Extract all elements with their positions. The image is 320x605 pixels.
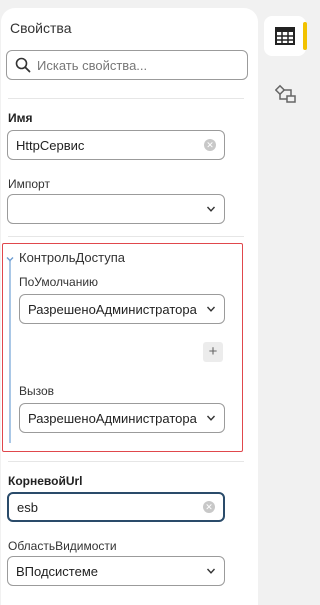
divider: [8, 461, 244, 462]
search-icon: [15, 57, 31, 73]
chevron-down-icon: [206, 568, 216, 574]
chevron-down-icon: [206, 306, 216, 312]
root-url-value: esb: [17, 499, 38, 515]
diagram-icon[interactable]: [275, 84, 299, 108]
root-url-label: КорневойUrl: [8, 474, 83, 488]
call-label: Вызов: [19, 384, 55, 398]
chevron-down-icon: [206, 415, 216, 421]
visibility-value: ВПодсистеме: [16, 563, 99, 579]
active-tab-indicator: [303, 22, 307, 50]
search-input[interactable]: Искать свойства...: [37, 58, 147, 73]
group-indent-bar: [9, 261, 11, 443]
root-url-field[interactable]: esb ✕: [7, 492, 225, 522]
import-label: Импорт: [8, 177, 50, 191]
tab-properties[interactable]: [264, 16, 306, 56]
search-box[interactable]: Искать свойства...: [6, 50, 248, 80]
divider: [8, 236, 244, 237]
divider: [8, 98, 244, 99]
default-value: РазрешеноАдминистратора: [28, 301, 197, 317]
name-label: Имя: [8, 111, 33, 125]
name-field[interactable]: HttpСервис ✕: [7, 130, 225, 160]
name-value: HttpСервис: [16, 137, 85, 153]
table-icon: [275, 27, 295, 45]
default-select[interactable]: РазрешеноАдминистратора: [19, 294, 225, 324]
add-button[interactable]: +: [203, 342, 223, 362]
import-select[interactable]: [7, 194, 225, 224]
access-control-title: КонтрольДоступа: [19, 250, 126, 265]
default-label: ПоУмолчанию: [19, 275, 99, 289]
call-select[interactable]: РазрешеноАдминистратора: [19, 403, 225, 433]
visibility-select[interactable]: ВПодсистеме: [7, 556, 225, 586]
call-value: РазрешеноАдминистратора: [28, 410, 197, 426]
clear-icon[interactable]: ✕: [204, 139, 216, 151]
panel-title: Свойства: [10, 20, 72, 36]
collapse-arrow-icon[interactable]: [6, 255, 14, 263]
chevron-down-icon: [206, 206, 216, 212]
clear-icon[interactable]: ✕: [203, 501, 215, 513]
visibility-label: ОбластьВидимости: [8, 539, 117, 553]
